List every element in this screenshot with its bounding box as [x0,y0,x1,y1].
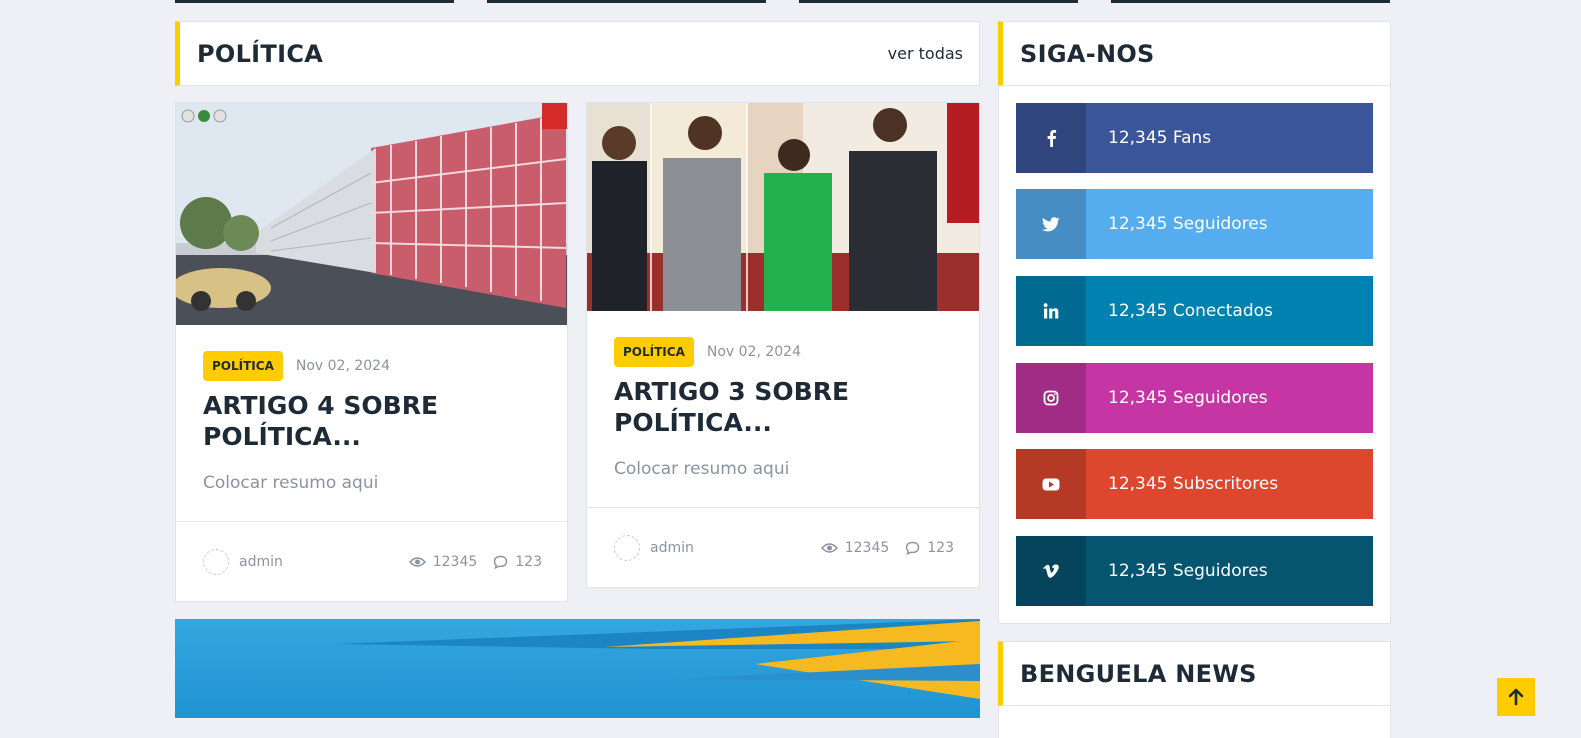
facebook-icon [1016,103,1086,173]
section-title: POLÍTICA [197,39,324,68]
top-divider-bar [1111,0,1390,3]
article-thumbnail[interactable] [176,103,567,325]
vimeo-count: 12,345 Seguidores [1108,561,1268,581]
instagram-count: 12,345 Seguidores [1108,388,1268,408]
instagram-icon [1016,363,1086,433]
view-count: 12345 [408,554,477,570]
avatar [614,535,640,561]
benguela-news-header: BENGUELA NEWS [998,641,1391,706]
vimeo-follow-button[interactable]: 12,345 Seguidores [1016,536,1373,606]
card-divider [176,521,567,522]
benguela-news-panel [998,706,1391,738]
article-date: Nov 02, 2024 [706,344,801,360]
back-to-top-button[interactable] [1497,678,1535,716]
comment-icon [494,555,508,569]
author-link[interactable]: admin [203,549,283,575]
category-badge[interactable]: POLÍTICA [203,351,283,381]
facebook-count: 12,345 Fans [1108,128,1212,148]
author-name: admin [650,540,694,556]
eye-icon [820,543,838,553]
linkedin-count: 12,345 Conectados [1108,301,1273,321]
top-divider-bar [799,0,1078,3]
comment-count: 123 [905,540,954,556]
facebook-follow-button[interactable]: 12,345 Fans [1016,103,1373,173]
follow-section-header: SIGA-NOS [998,21,1391,86]
politica-section-header: POLÍTICA ver todas [175,21,980,86]
top-divider-bar [175,0,454,3]
vimeo-icon [1016,536,1086,606]
article-card[interactable]: POLÍTICA Nov 02, 2024 ARTIGO 4 SOBRE POL… [175,102,568,602]
instagram-follow-button[interactable]: 12,345 Seguidores [1016,363,1373,433]
section-title: SIGA-NOS [1020,39,1155,68]
banner-graphic [335,619,980,699]
category-badge[interactable]: POLÍTICA [614,337,694,367]
twitter-follow-button[interactable]: 12,345 Seguidores [1016,189,1373,259]
linkedin-follow-button[interactable]: 12,345 Conectados [1016,276,1373,346]
article-thumbnail[interactable] [587,103,979,311]
author-link[interactable]: admin [614,535,694,561]
view-count: 12345 [820,540,889,556]
building-image [176,103,567,325]
article-title[interactable]: ARTIGO 3 SOBRE POLÍTICA... [614,376,934,438]
article-title[interactable]: ARTIGO 4 SOBRE POLÍTICA... [203,390,523,452]
article-summary: Colocar resumo aqui [614,459,790,479]
twitter-icon [1016,189,1086,259]
twitter-count: 12,345 Seguidores [1108,214,1268,234]
promo-banner[interactable] [175,619,980,718]
article-card[interactable]: POLÍTICA Nov 02, 2024 ARTIGO 3 SOBRE POL… [586,102,980,588]
view-all-link[interactable]: ver todas [888,44,963,63]
article-summary: Colocar resumo aqui [203,473,379,493]
eye-icon [408,557,426,567]
youtube-follow-button[interactable]: 12,345 Subscritores [1016,449,1373,519]
article-date: Nov 02, 2024 [295,358,390,374]
comment-icon [906,541,920,555]
card-divider [587,507,979,508]
author-name: admin [239,554,283,570]
arrow-up-icon [1508,688,1524,706]
avatar [203,549,229,575]
linkedin-icon [1016,276,1086,346]
youtube-icon [1016,449,1086,519]
comment-count: 123 [493,554,542,570]
officials-image [587,103,979,311]
top-divider-bar [487,0,766,3]
section-title: BENGUELA NEWS [1020,659,1257,688]
youtube-count: 12,345 Subscritores [1108,474,1279,494]
